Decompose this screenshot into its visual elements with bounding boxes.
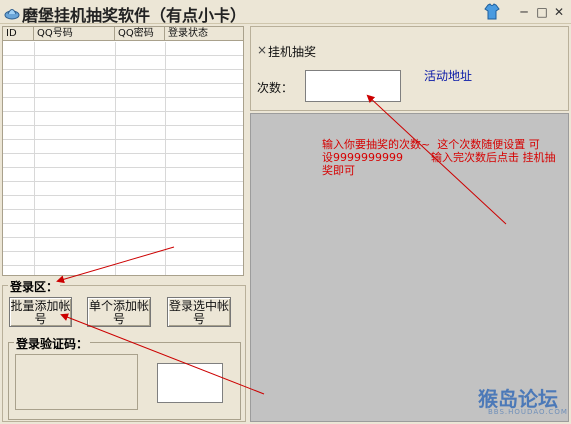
arrow-to-login-area [56,246,175,284]
forum-watermark-url: BBS.HOUDAO.COM [488,408,568,416]
arrow-to-count-input [366,94,507,225]
arrow-to-batch-add-button [60,313,265,395]
annotation-arrows [56,94,507,395]
